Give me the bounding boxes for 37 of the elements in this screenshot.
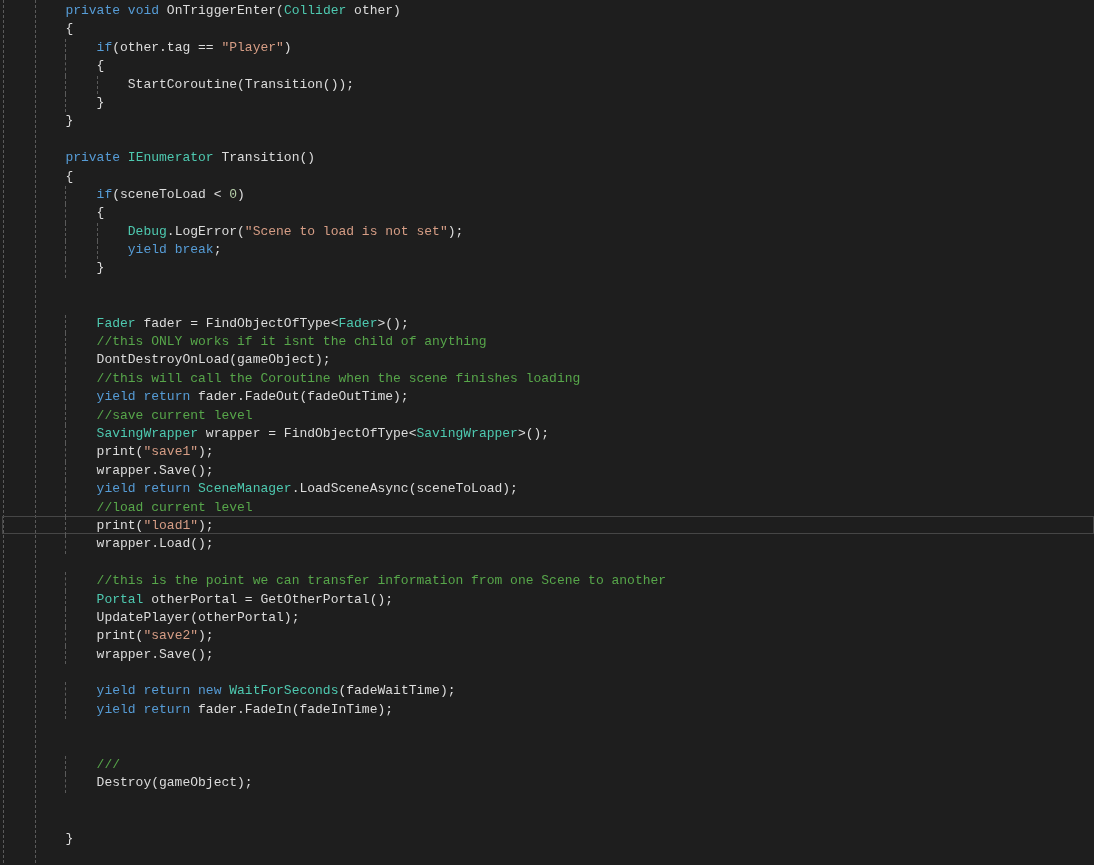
code-line: wrapper.Save(); — [96, 646, 214, 662]
code-line: StartCoroutine(Transition()); — [127, 76, 355, 92]
code-line: SavingWrapper wrapper = FindObjectOfType<SavingWrapper>(); — [96, 426, 550, 441]
code-line: private IEnumerator Transition() — [65, 150, 316, 166]
code-line: UpdatePlayer(otherPortal); — [96, 609, 300, 625]
code-line: Destroy(gameObject); — [96, 775, 253, 791]
code-line: { — [96, 205, 105, 221]
code-line: wrapper.Load(); — [96, 536, 214, 552]
code-line: Portal otherPortal = GetOtherPortal(); — [96, 591, 394, 607]
code-line: yield return fader.FadeOut(fadeOutTime); — [96, 389, 409, 405]
code-line: if(other.tag == "Player") — [96, 39, 292, 55]
code-line: wrapper.Save(); — [96, 462, 214, 478]
code-line: private void OnTriggerEnter(Collider other) — [65, 3, 401, 18]
code-line: { — [65, 21, 74, 37]
code-line: print("load1"); — [96, 517, 214, 533]
code-line: } — [65, 830, 74, 846]
code-comment: //save current level — [96, 407, 253, 423]
code-line: yield return fader.FadeIn(fadeInTime); — [96, 701, 394, 717]
code-line: if(sceneToLoad < 0) — [96, 186, 245, 202]
code-line: yield break; — [127, 242, 222, 258]
code-line: } — [96, 94, 105, 110]
code-line: { — [65, 168, 74, 184]
code-line: } — [65, 113, 74, 129]
code-line: print("save2"); — [96, 628, 214, 644]
code-line: yield return new WaitForSeconds(fadeWaitTime); — [96, 683, 456, 699]
code-comment: //this is the point we can transfer information from one Scene to another — [96, 573, 667, 589]
code-comment: //this will call the Coroutine when the scene finishes loading — [96, 370, 581, 386]
code-line: Fader fader = FindObjectOfType<Fader>(); — [96, 315, 409, 331]
code-line: print("save1"); — [96, 444, 214, 460]
code-line: { — [96, 58, 105, 74]
code-comment: //load current level — [96, 499, 253, 515]
code-line: DontDestroyOnLoad(gameObject); — [96, 352, 331, 368]
code-line: } — [96, 260, 105, 276]
code-comment: /// — [96, 757, 120, 772]
code-comment: //this ONLY works if it isnt the child of anything — [96, 334, 487, 350]
code-line: Debug.LogError("Scene to load is not set"); — [127, 223, 464, 239]
code-line: yield return SceneManager.LoadSceneAsync(sceneToLoad); — [96, 481, 518, 497]
